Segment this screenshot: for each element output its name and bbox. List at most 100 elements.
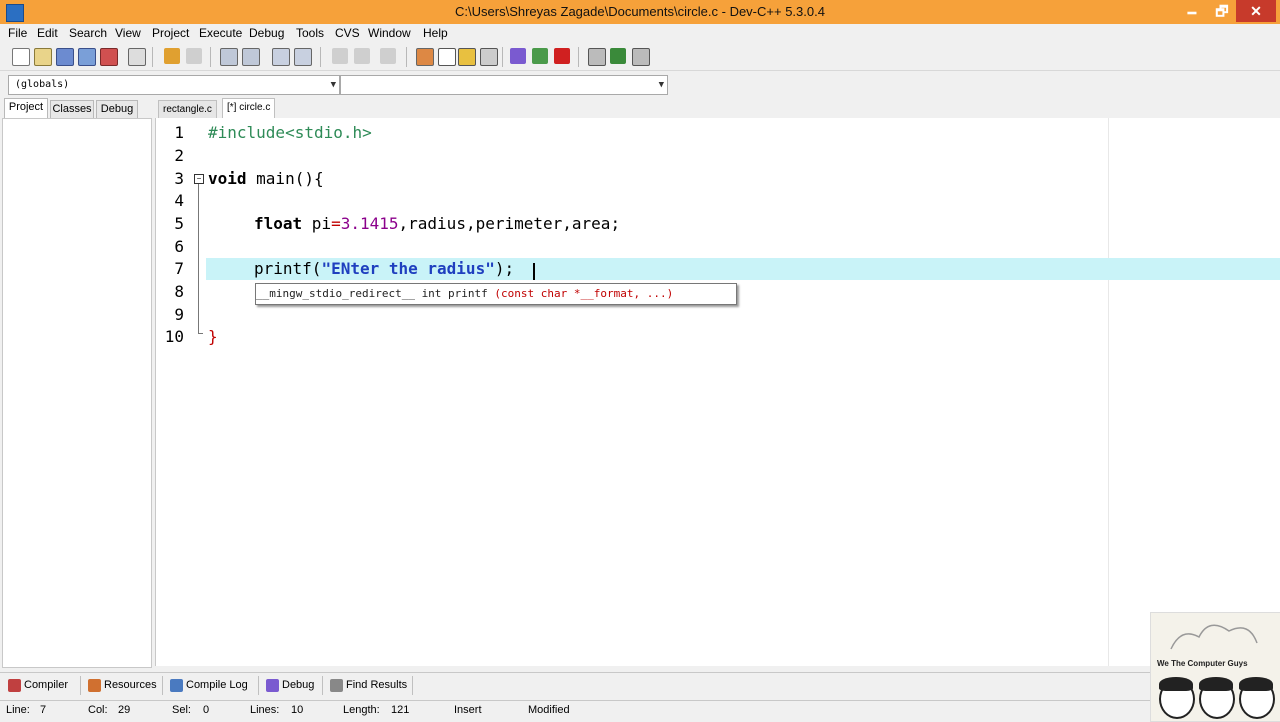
menu-view[interactable]: View	[115, 26, 141, 40]
add-to-project-icon[interactable]	[354, 48, 370, 64]
menu-tools[interactable]: Tools	[296, 26, 324, 40]
run-icon[interactable]	[438, 48, 456, 66]
compiler-icon	[8, 679, 21, 692]
find-icon[interactable]	[220, 48, 238, 66]
compile-icon[interactable]	[416, 48, 434, 66]
status-lines-label: Lines:	[250, 704, 280, 716]
class-combo[interactable]: (globals) ▼	[8, 75, 340, 95]
member-combo[interactable]: ▼	[340, 75, 668, 95]
calltip-signature: __mingw_stdio_redirect__ int printf	[256, 287, 495, 300]
compile-run-icon[interactable]	[458, 48, 476, 66]
rebuild-all-icon[interactable]	[480, 48, 498, 66]
menu-file[interactable]: File	[8, 26, 27, 40]
line-number: 1	[174, 123, 184, 142]
text-caret	[533, 263, 535, 280]
redo-icon[interactable]	[186, 48, 202, 64]
line-number: 5	[174, 214, 184, 233]
status-length: 121	[391, 704, 410, 716]
tab-resources[interactable]: Resources	[84, 676, 163, 695]
replace-icon[interactable]	[242, 48, 260, 66]
tab-find-results[interactable]: Find Results	[326, 676, 413, 695]
face-icon	[1239, 677, 1275, 719]
tab-circle-c[interactable]: [*] circle.c	[222, 98, 276, 119]
save-icon[interactable]	[56, 48, 74, 66]
code-line-7: printf("ENter the radius");	[254, 258, 514, 280]
tab-compiler[interactable]: Compiler	[4, 676, 81, 695]
fold-end-marker	[198, 333, 203, 334]
status-bar: Line: 7 Col: 29 Sel: 0 Lines: 10 Length:…	[0, 700, 1280, 721]
code-vars: ,radius,perimeter,area;	[398, 214, 621, 233]
bottom-panel-tabs: Compiler Resources Compile Log Debug Fin…	[0, 672, 1280, 697]
bookmark-icon[interactable]	[294, 48, 312, 66]
menu-edit[interactable]: Edit	[37, 26, 58, 40]
left-panel-tabs: Project Classes Debug	[0, 98, 152, 119]
menu-debug[interactable]: Debug	[249, 26, 284, 40]
face-icon	[1159, 677, 1195, 719]
print-icon[interactable]	[128, 48, 146, 66]
toolbar-separator	[406, 47, 407, 67]
line-number: 7	[174, 259, 184, 278]
undo-icon[interactable]	[164, 48, 180, 64]
menu-cvs[interactable]: CVS	[335, 26, 360, 40]
line-number: 4	[174, 191, 184, 210]
line-number: 8	[174, 282, 184, 301]
logo-text: We The Computer Guys	[1157, 659, 1248, 668]
project-options-icon[interactable]	[380, 48, 396, 64]
save-all-icon[interactable]	[78, 48, 96, 66]
status-length-label: Length:	[343, 704, 380, 716]
open-file-icon[interactable]	[34, 48, 52, 66]
status-modified: Modified	[528, 704, 570, 716]
menu-execute[interactable]: Execute	[199, 26, 242, 40]
new-project-icon[interactable]	[332, 48, 348, 64]
calltip-params: (const char *__format, ...)	[494, 287, 674, 300]
profile-icon[interactable]	[588, 48, 606, 66]
keyword-float: float	[254, 214, 303, 233]
tab-label: Resources	[104, 679, 157, 691]
status-line: 7	[40, 704, 47, 716]
toolbar-separator	[320, 47, 321, 67]
tab-compile-log[interactable]: Compile Log	[166, 676, 259, 695]
status-col: 29	[118, 704, 131, 716]
code-printf: printf(	[254, 259, 322, 278]
status-sel-label: Sel:	[172, 704, 191, 716]
minimize-button[interactable]: 🗕	[1176, 0, 1208, 22]
close-file-icon[interactable]	[100, 48, 118, 66]
function-calltip: __mingw_stdio_redirect__ int printf (con…	[255, 283, 737, 305]
tab-classes[interactable]: Classes	[50, 100, 94, 118]
tab-debug[interactable]: Debug	[96, 100, 138, 118]
status-sel: 0	[203, 704, 210, 716]
chevron-down-icon: ▼	[658, 80, 664, 90]
toolbar-separator	[152, 47, 153, 67]
code-string: "ENter the radius"	[321, 259, 495, 278]
code-pi: pi	[302, 214, 332, 233]
debug-icon[interactable]	[532, 48, 548, 64]
line-number: 9	[174, 305, 184, 324]
tab-debug-output[interactable]: Debug	[262, 676, 323, 695]
menu-window[interactable]: Window	[368, 26, 411, 40]
delete-profile-icon[interactable]	[610, 48, 626, 64]
menu-project[interactable]: Project	[152, 26, 189, 40]
close-button[interactable]: ✕	[1236, 0, 1276, 22]
resources-icon	[88, 679, 101, 692]
main-toolbar	[0, 43, 1280, 71]
tab-rectangle-c[interactable]: rectangle.c	[158, 100, 217, 119]
tab-label: Debug	[282, 679, 315, 691]
menu-search[interactable]: Search	[69, 26, 107, 40]
syntax-check-icon[interactable]	[510, 48, 526, 64]
project-panel[interactable]	[2, 118, 152, 668]
chart-icon	[170, 679, 183, 692]
title-bar: C:\Users\Shreyas Zagade\Documents\circle…	[0, 0, 1280, 24]
code-assign: =	[331, 214, 341, 233]
fold-guide	[198, 184, 199, 334]
class-combo-value: (globals)	[15, 79, 70, 90]
code-editor[interactable]: 1 2 3 4 5 6 7 8 9 10 − #include<stdio.h>…	[155, 118, 1280, 666]
exit-icon[interactable]	[632, 48, 650, 66]
goto-line-icon[interactable]	[272, 48, 290, 66]
line-number: 10	[164, 327, 184, 346]
maximize-button[interactable]: 🗗	[1206, 0, 1238, 22]
tab-project[interactable]: Project	[4, 98, 48, 119]
fold-toggle-icon[interactable]: −	[194, 174, 204, 184]
stop-execution-icon[interactable]	[554, 48, 570, 64]
new-file-icon[interactable]	[12, 48, 30, 66]
menu-help[interactable]: Help	[423, 26, 448, 40]
